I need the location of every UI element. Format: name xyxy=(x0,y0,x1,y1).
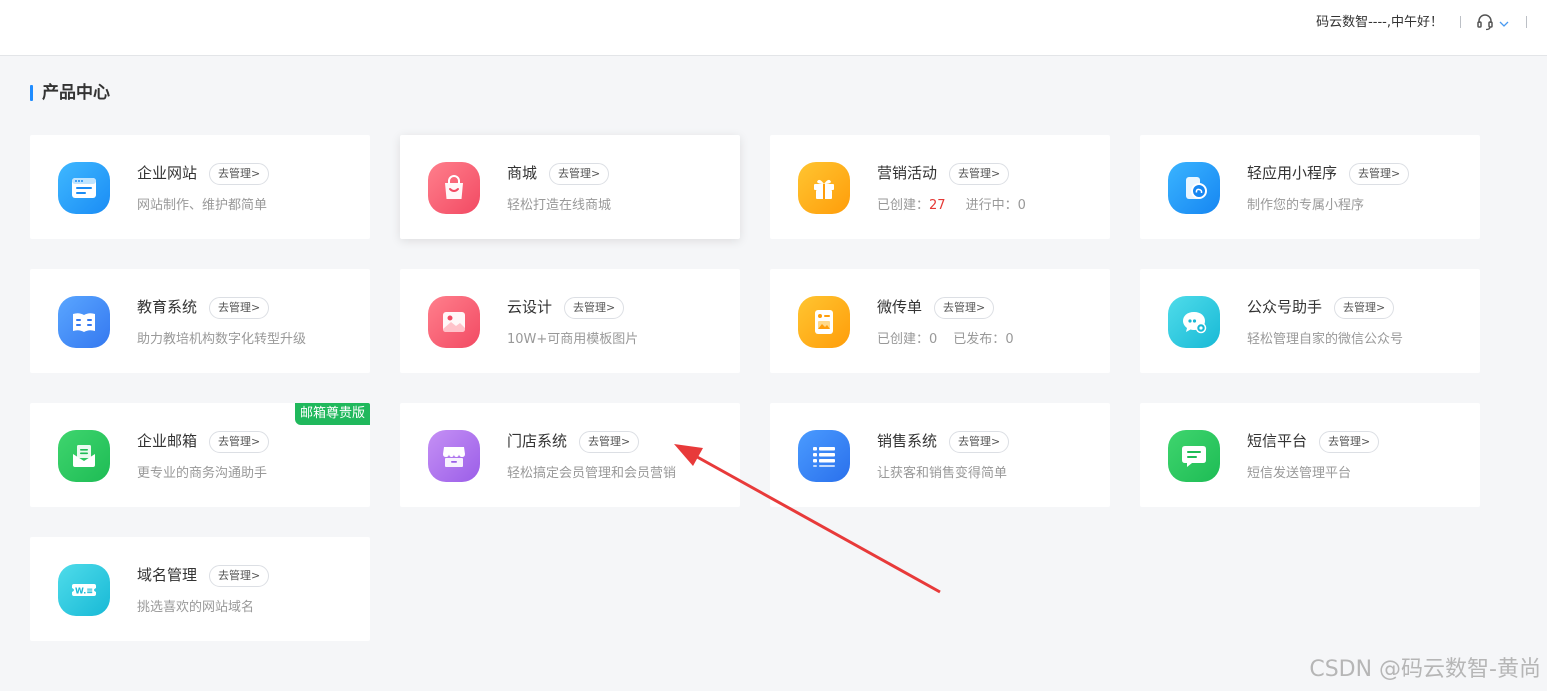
divider xyxy=(1460,16,1461,28)
manage-button[interactable]: 去管理> xyxy=(209,431,270,453)
card-title: 营销活动 xyxy=(877,164,938,182)
card-title: 企业邮箱 xyxy=(137,432,198,450)
in-progress-count: 0 xyxy=(1017,198,1026,213)
svg-text:W.≡: W.≡ xyxy=(75,587,93,596)
card-title: 短信平台 xyxy=(1247,432,1308,450)
manage-button[interactable]: 去管理> xyxy=(209,297,270,319)
card-title: 销售系统 xyxy=(877,432,938,450)
manage-button[interactable]: 去管理> xyxy=(209,565,270,587)
list-icon xyxy=(798,430,850,482)
product-card-marketing[interactable]: 营销活动 去管理> 已创建：27 进行中：0 xyxy=(770,135,1110,239)
created-count: 27 xyxy=(929,198,946,213)
manage-button[interactable]: 去管理> xyxy=(549,163,610,185)
card-title: 微传单 xyxy=(877,298,923,316)
title-accent-bar xyxy=(30,85,33,101)
website-icon xyxy=(58,162,110,214)
manage-button[interactable]: 去管理> xyxy=(564,297,625,319)
card-description: 让获客和销售变得简单 xyxy=(877,466,1008,481)
divider xyxy=(1526,16,1527,28)
product-card-cloud-design[interactable]: 云设计 去管理> 10W+可商用模板图片 xyxy=(400,269,740,373)
customer-service-headset-icon[interactable] xyxy=(1475,12,1495,32)
published-label: 已发布： xyxy=(953,332,1006,347)
product-card-enterprise-mail[interactable]: 企业邮箱 去管理> 更专业的商务沟通助手 邮箱尊贵版 xyxy=(30,403,370,507)
product-card-sales-system[interactable]: 销售系统 去管理> 让获客和销售变得简单 xyxy=(770,403,1110,507)
manage-button[interactable]: 去管理> xyxy=(1319,431,1380,453)
chevron-down-icon[interactable] xyxy=(1498,15,1510,27)
card-title: 教育系统 xyxy=(137,298,198,316)
card-description: 10W+可商用模板图片 xyxy=(507,332,639,347)
premium-edition-badge: 邮箱尊贵版 xyxy=(294,403,370,425)
product-card-official-account[interactable]: 公众号助手 去管理> 轻松管理自家的微信公众号 xyxy=(1140,269,1480,373)
product-card-mall[interactable]: 商城 去管理> 轻松打造在线商城 xyxy=(400,135,740,239)
card-description: 网站制作、维护都简单 xyxy=(137,198,268,213)
product-card-website[interactable]: 企业网站 去管理> 网站制作、维护都简单 xyxy=(30,135,370,239)
domain-icon: W.≡ xyxy=(58,564,110,616)
manage-button[interactable]: 去管理> xyxy=(949,431,1010,453)
created-count: 0 xyxy=(929,332,938,347)
manage-button[interactable]: 去管理> xyxy=(934,297,995,319)
card-title: 域名管理 xyxy=(137,566,198,584)
card-title: 门店系统 xyxy=(507,432,568,450)
created-label: 已创建： xyxy=(877,198,930,213)
card-description: 轻松搞定会员管理和会员营销 xyxy=(507,466,677,481)
mini-program-icon xyxy=(1168,162,1220,214)
section-title: 产品中心 xyxy=(30,82,110,104)
card-title: 云设计 xyxy=(507,298,553,316)
manage-button[interactable]: 去管理> xyxy=(949,163,1010,185)
product-card-mini-program[interactable]: 轻应用小程序 去管理> 制作您的专属小程序 xyxy=(1140,135,1480,239)
card-description: 轻松打造在线商城 xyxy=(507,198,612,213)
card-description: 制作您的专属小程序 xyxy=(1247,198,1365,213)
card-description: 轻松管理自家的微信公众号 xyxy=(1247,332,1404,347)
product-card-sms-platform[interactable]: 短信平台 去管理> 短信发送管理平台 xyxy=(1140,403,1480,507)
manage-button[interactable]: 去管理> xyxy=(579,431,640,453)
greeting-text: 码云数智----,中午好！ xyxy=(1316,15,1443,30)
card-title: 商城 xyxy=(507,164,538,182)
gift-icon xyxy=(798,162,850,214)
created-label: 已创建： xyxy=(877,332,930,347)
card-stats: 已创建：27 进行中：0 xyxy=(877,197,1026,215)
published-count: 0 xyxy=(1005,332,1014,347)
store-icon xyxy=(428,430,480,482)
shopping-bag-icon xyxy=(428,162,480,214)
card-title: 企业网站 xyxy=(137,164,198,182)
book-icon xyxy=(58,296,110,348)
card-description: 挑选喜欢的网站域名 xyxy=(137,600,255,615)
card-description: 短信发送管理平台 xyxy=(1247,466,1352,481)
card-stats: 已创建：0 已发布：0 xyxy=(877,331,1014,349)
card-title: 轻应用小程序 xyxy=(1247,164,1338,182)
top-bar: 码云数智----,中午好！ xyxy=(0,0,1547,56)
product-card-store-system[interactable]: 门店系统 去管理> 轻松搞定会员管理和会员营销 xyxy=(400,403,740,507)
page-title: 产品中心 xyxy=(42,83,110,103)
manage-button[interactable]: 去管理> xyxy=(209,163,270,185)
sms-icon xyxy=(1168,430,1220,482)
in-progress-label: 进行中： xyxy=(965,198,1018,213)
flyer-icon xyxy=(798,296,850,348)
product-card-flyer[interactable]: 微传单 去管理> 已创建：0 已发布：0 xyxy=(770,269,1110,373)
watermark-text: CSDN @码云数智-黄尚 xyxy=(1309,657,1541,682)
product-card-education[interactable]: 教育系统 去管理> 助力教培机构数字化转型升级 xyxy=(30,269,370,373)
wechat-icon xyxy=(1168,296,1220,348)
mail-icon xyxy=(58,430,110,482)
image-icon xyxy=(428,296,480,348)
card-title: 公众号助手 xyxy=(1247,298,1323,316)
card-description: 助力教培机构数字化转型升级 xyxy=(137,332,307,347)
manage-button[interactable]: 去管理> xyxy=(1349,163,1410,185)
manage-button[interactable]: 去管理> xyxy=(1334,297,1395,319)
product-card-domain[interactable]: W.≡ 域名管理 去管理> 挑选喜欢的网站域名 xyxy=(30,537,370,641)
card-description: 更专业的商务沟通助手 xyxy=(137,466,268,481)
